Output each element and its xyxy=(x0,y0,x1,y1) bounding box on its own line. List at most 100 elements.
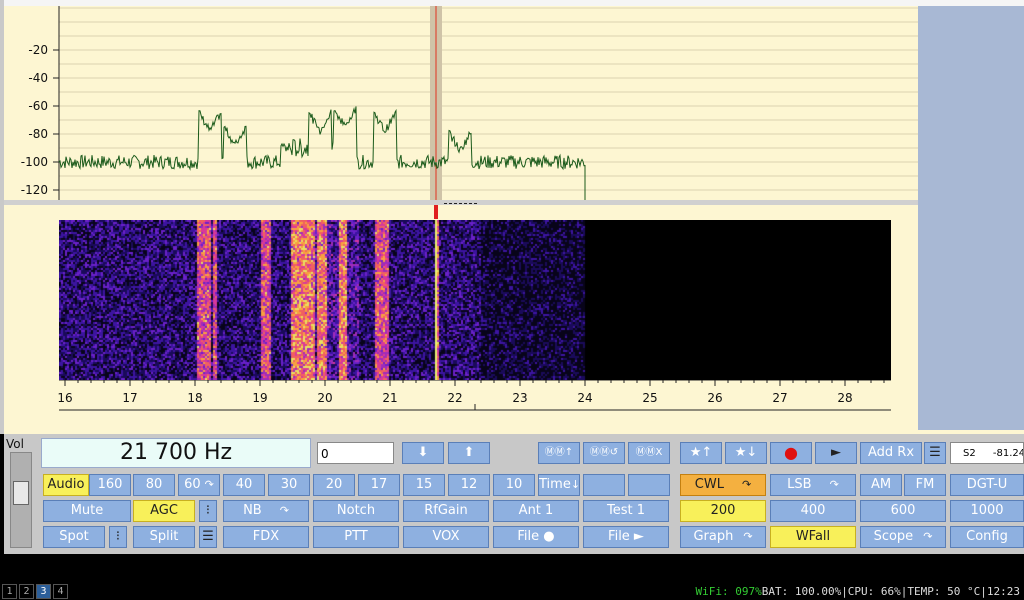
s-meter-db: -81.24 d xyxy=(992,448,1024,459)
freq-label: 24 xyxy=(577,391,592,405)
band-12-button[interactable]: 12 xyxy=(448,474,490,496)
band-80-button[interactable]: 80 xyxy=(133,474,175,496)
band-17-button[interactable]: 17 xyxy=(358,474,400,496)
spectrum-plot[interactable]: -20 -40 -60 -80 -100 -120 xyxy=(0,0,918,215)
rfgain-button[interactable]: RfGain xyxy=(403,500,489,522)
right-side-panel xyxy=(918,6,1024,430)
workspace-3[interactable]: 3 xyxy=(36,584,51,599)
file-play-button[interactable]: File ► xyxy=(583,526,669,548)
waterfall-button[interactable]: WFall xyxy=(770,526,856,548)
freq-label: 21 xyxy=(382,391,397,405)
band-30-button[interactable]: 30 xyxy=(268,474,310,496)
list-menu-icon[interactable]: ☰ xyxy=(924,442,946,464)
add-rx-button[interactable]: Add Rx xyxy=(860,442,922,464)
db-label: -100 xyxy=(21,155,48,169)
db-label: -80 xyxy=(28,127,48,141)
band-20-button[interactable]: 20 xyxy=(313,474,355,496)
empty-band-button-2[interactable] xyxy=(628,474,670,496)
graph-button[interactable]: Graph ↷ xyxy=(680,526,766,548)
freq-label: 28 xyxy=(837,391,852,405)
band-60-label: 60 xyxy=(184,477,201,492)
filter-600-button[interactable]: 600 xyxy=(860,500,946,522)
tune-up-button[interactable]: ⬆ xyxy=(448,442,490,464)
freq-label: 26 xyxy=(707,391,722,405)
offset-input[interactable]: 0 xyxy=(317,442,394,464)
mode-am-button[interactable]: AM xyxy=(860,474,902,496)
mode-dgtu-button[interactable]: DGT-U xyxy=(950,474,1024,496)
tune-down-button[interactable]: ⬇ xyxy=(402,442,444,464)
split-button[interactable]: Split xyxy=(133,526,195,548)
scope-button[interactable]: Scope ↷ xyxy=(860,526,946,548)
db-label: -40 xyxy=(28,71,48,85)
freq-label: 22 xyxy=(447,391,462,405)
fdx-button[interactable]: FDX xyxy=(223,526,309,548)
spot-settings-icon[interactable]: ⁝ xyxy=(109,526,127,548)
filter-400-button[interactable]: 400 xyxy=(770,500,856,522)
waterfall-display[interactable] xyxy=(59,220,891,380)
lsb-label: LSB xyxy=(787,477,812,492)
ptt-button[interactable]: PTT xyxy=(313,526,399,548)
config-button[interactable]: Config xyxy=(950,526,1024,548)
vox-button[interactable]: VOX xyxy=(403,526,489,548)
record-button[interactable]: ● xyxy=(770,442,812,464)
mode-cwl-button[interactable]: CWL ↷ xyxy=(680,474,766,496)
cycle-icon: ↷ xyxy=(741,478,752,491)
scope-label: Scope xyxy=(873,529,914,544)
db-label: -20 xyxy=(28,43,48,57)
db-label: -60 xyxy=(28,99,48,113)
frequency-display[interactable]: 21 700 Hz xyxy=(41,438,311,468)
workspace-1[interactable]: 1 xyxy=(2,584,17,599)
memory-swap-button[interactable]: ⓂⓂ↺ xyxy=(583,442,625,464)
agc-settings-icon[interactable]: ⁝ xyxy=(199,500,217,522)
graph-label: Graph xyxy=(693,529,734,544)
cycle-icon: ↷ xyxy=(743,530,753,543)
frequency-axis: 16 17 18 19 20 21 22 23 24 25 26 27 28 xyxy=(57,380,891,411)
down-arrow-icon: ↓ xyxy=(570,478,580,491)
notch-button[interactable]: Notch xyxy=(313,500,399,522)
filter-1000-button[interactable]: 1000 xyxy=(950,500,1024,522)
db-axis-labels: -20 -40 -60 -80 -100 -120 xyxy=(21,43,59,197)
workspace-4[interactable]: 4 xyxy=(53,584,68,599)
bookmark-down-button[interactable]: ★↓ xyxy=(725,442,767,464)
band-160-button[interactable]: 160 xyxy=(89,474,131,496)
mode-fm-button[interactable]: FM xyxy=(904,474,946,496)
time-label: Time xyxy=(539,477,571,492)
tuning-marker xyxy=(434,203,477,219)
s-meter-s: S2 xyxy=(963,448,976,459)
freq-label: 18 xyxy=(187,391,202,405)
test-button[interactable]: Test 1 xyxy=(583,500,669,522)
volume-control[interactable]: Vol xyxy=(6,436,38,552)
band-10-button[interactable]: 10 xyxy=(493,474,535,496)
empty-band-button-1[interactable] xyxy=(583,474,625,496)
s-meter-readout: S2 -81.24 d xyxy=(950,442,1024,464)
freq-label: 27 xyxy=(772,391,787,405)
spot-button[interactable]: Spot xyxy=(43,526,105,548)
cwl-label: CWL xyxy=(694,477,724,492)
volume-slider-track[interactable] xyxy=(10,452,32,548)
db-label: -120 xyxy=(21,183,48,197)
system-stats: BAT: 100.00%|CPU: 66%|TEMP: 50 °C|12:23 xyxy=(761,585,1020,598)
memory-up-button[interactable]: ⓂⓂ↑ xyxy=(538,442,580,464)
freq-label: 17 xyxy=(122,391,137,405)
mode-lsb-button[interactable]: LSB ↷ xyxy=(770,474,856,496)
memory-clear-button[interactable]: ⓂⓂX xyxy=(628,442,670,464)
file-record-button[interactable]: File ● xyxy=(493,526,579,548)
agc-button[interactable]: AGC xyxy=(133,500,195,522)
mute-button[interactable]: Mute xyxy=(43,500,131,522)
play-button[interactable]: ► xyxy=(815,442,857,464)
nb-button[interactable]: NB ↷ xyxy=(223,500,309,522)
time-button[interactable]: Time↓ xyxy=(538,474,580,496)
freq-label: 20 xyxy=(317,391,332,405)
filter-200-button[interactable]: 200 xyxy=(680,500,766,522)
band-60-button[interactable]: 60 ↷ xyxy=(178,474,220,496)
volume-slider-handle[interactable] xyxy=(13,481,29,505)
cycle-icon: ↷ xyxy=(923,530,933,543)
band-audio-button[interactable]: Audio xyxy=(43,474,89,496)
workspace-2[interactable]: 2 xyxy=(19,584,34,599)
band-40-button[interactable]: 40 xyxy=(223,474,265,496)
freq-label: 25 xyxy=(642,391,657,405)
split-list-icon[interactable]: ☰ xyxy=(199,526,217,548)
bookmark-up-button[interactable]: ★↑ xyxy=(680,442,722,464)
antenna-button[interactable]: Ant 1 xyxy=(493,500,579,522)
band-15-button[interactable]: 15 xyxy=(403,474,445,496)
